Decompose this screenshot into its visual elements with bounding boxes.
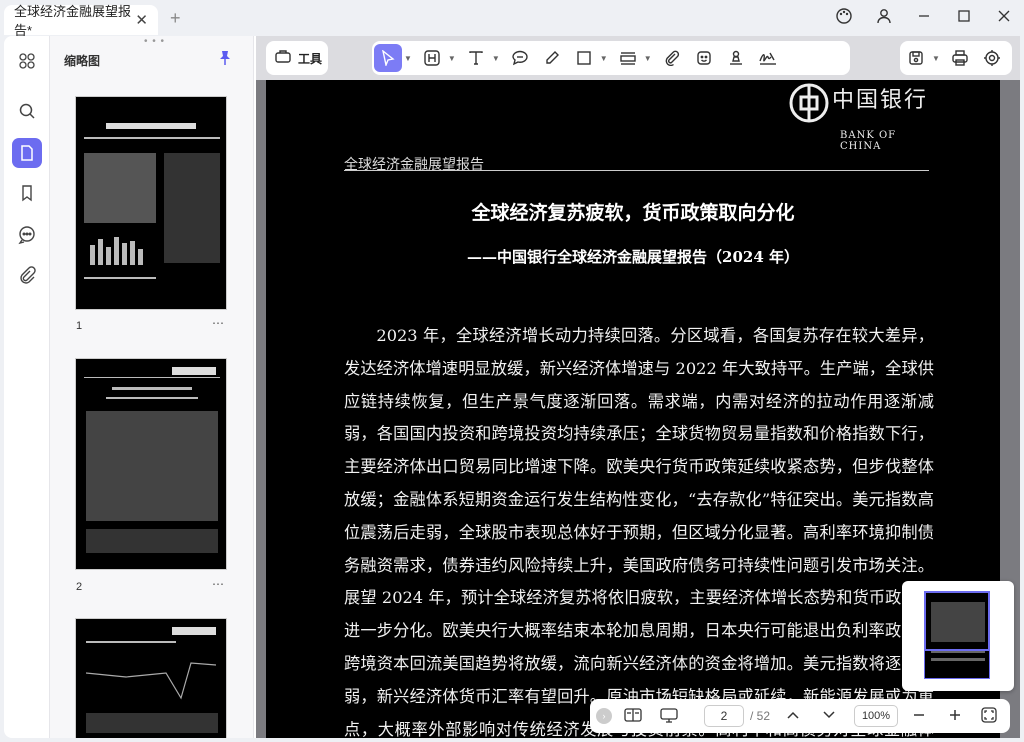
tools-label: 工具 bbox=[298, 51, 323, 66]
page-2-more-button[interactable]: ⋯ bbox=[212, 577, 224, 591]
signature-tool-button[interactable] bbox=[754, 44, 782, 72]
pdf-page: 中国银行 BANK OF CHINA 全球经济金融展望报告 全球经济复苏疲软，货… bbox=[266, 80, 1000, 738]
ai-assistant-button[interactable] bbox=[978, 44, 1006, 72]
total-pages: / 52 bbox=[750, 709, 771, 723]
next-page-icon[interactable] bbox=[822, 709, 836, 723]
new-tab-button[interactable]: + bbox=[170, 8, 181, 29]
collapse-bar-icon[interactable]: › bbox=[596, 708, 612, 724]
page-minimap[interactable] bbox=[902, 581, 1014, 691]
page-thumbnail-2[interactable] bbox=[75, 358, 227, 570]
save-button[interactable] bbox=[902, 44, 930, 72]
toolbox-icon bbox=[274, 48, 292, 69]
fit-page-icon[interactable] bbox=[980, 706, 998, 727]
page-number-1: 1 bbox=[76, 320, 83, 332]
page-thumbnail-1[interactable] bbox=[75, 96, 227, 310]
body-paragraph[interactable]: 2023 年，全球经济增长动力持续回落。分区域看，各国复苏存在较大差异，发达经济… bbox=[344, 320, 934, 738]
previous-page-icon[interactable] bbox=[786, 709, 800, 723]
document-subtitle: ——中国银行全球经济金融展望报告（2024 年） bbox=[467, 248, 799, 266]
page-number-2: 2 bbox=[76, 581, 83, 593]
header-rule bbox=[344, 170, 929, 171]
select-tool-button[interactable] bbox=[374, 44, 402, 72]
chevron-down-icon[interactable]: ▼ bbox=[600, 54, 608, 63]
apps-grid-icon[interactable] bbox=[12, 46, 42, 76]
attach-tool-button[interactable] bbox=[658, 44, 686, 72]
sticker-tool-button[interactable] bbox=[690, 44, 718, 72]
app-window: • • • 缩略图 1 ⋯ 2 ⋯ 工具 ▼ ▼ ▼ ▼ ▼ ▼ 中国银行 BA… bbox=[4, 36, 1020, 738]
zoom-in-icon[interactable] bbox=[948, 708, 962, 725]
comment-tool-button[interactable] bbox=[506, 44, 534, 72]
tools-menu-button[interactable]: 工具 bbox=[266, 41, 328, 75]
panel-grip[interactable]: • • • bbox=[144, 36, 165, 47]
annotation-tools: ▼ ▼ ▼ ▼ ▼ bbox=[372, 41, 850, 75]
reading-mode-icon[interactable] bbox=[624, 707, 642, 726]
close-tab-icon[interactable]: ✕ bbox=[135, 11, 148, 29]
page-thumbnail-3[interactable] bbox=[75, 618, 227, 738]
bank-logo: 中国银行 BANK OF CHINA bbox=[784, 80, 934, 166]
print-button[interactable] bbox=[946, 44, 974, 72]
pin-icon[interactable] bbox=[218, 50, 232, 69]
document-viewer: 工具 ▼ ▼ ▼ ▼ ▼ ▼ 中国银行 BANK OF CHINA 全球经济金融… bbox=[256, 36, 1020, 738]
theme-palette-icon[interactable] bbox=[824, 7, 864, 29]
zoom-out-icon[interactable] bbox=[912, 708, 926, 725]
stamp-tool-button[interactable] bbox=[722, 44, 750, 72]
left-rail bbox=[4, 36, 50, 738]
shape-tool-button[interactable] bbox=[570, 44, 598, 72]
pencil-tool-button[interactable] bbox=[538, 44, 566, 72]
measure-tool-button[interactable] bbox=[614, 44, 642, 72]
tab-title: 全球经济金融展望报告* bbox=[14, 4, 132, 38]
comments-icon[interactable] bbox=[12, 220, 42, 250]
thumbnail-line-chart bbox=[86, 662, 216, 700]
logo-chinese-name: 中国银行 bbox=[832, 88, 929, 113]
chevron-down-icon[interactable]: ▼ bbox=[404, 54, 412, 63]
search-icon[interactable] bbox=[12, 96, 42, 126]
highlight-tool-button[interactable] bbox=[418, 44, 446, 72]
bookmark-icon[interactable] bbox=[12, 178, 42, 208]
account-icon[interactable] bbox=[864, 7, 904, 29]
minimap-viewport[interactable] bbox=[924, 591, 990, 651]
chevron-down-icon[interactable]: ▼ bbox=[448, 54, 456, 63]
window-controls bbox=[824, 0, 1024, 36]
presentation-icon[interactable] bbox=[660, 707, 678, 726]
chevron-down-icon[interactable]: ▼ bbox=[932, 54, 940, 63]
close-window-icon[interactable] bbox=[984, 9, 1024, 27]
main-toolbar: 工具 ▼ ▼ ▼ ▼ ▼ ▼ bbox=[256, 36, 1020, 80]
chevron-down-icon[interactable]: ▼ bbox=[644, 54, 652, 63]
minimize-icon[interactable] bbox=[904, 9, 944, 27]
file-actions: ▼ bbox=[900, 41, 1012, 75]
maximize-icon[interactable] bbox=[944, 9, 984, 27]
thumbnail-panel-title: 缩略图 bbox=[64, 54, 101, 68]
page-1-more-button[interactable]: ⋯ bbox=[212, 316, 224, 330]
thumbnail-panel: • • • 缩略图 1 ⋯ 2 ⋯ bbox=[50, 36, 254, 738]
boc-emblem-icon bbox=[789, 83, 829, 123]
chevron-down-icon[interactable]: ▼ bbox=[492, 54, 500, 63]
page-number-input[interactable]: 2 bbox=[704, 705, 744, 727]
document-title: 全球经济复苏疲软，货币政策取向分化 bbox=[471, 202, 795, 224]
title-bar: 全球经济金融展望报告* ✕ + bbox=[0, 0, 1024, 38]
zoom-level[interactable]: 100% bbox=[854, 705, 899, 727]
document-tab[interactable]: 全球经济金融展望报告* ✕ bbox=[4, 4, 158, 38]
navigation-bar: › 2 / 52 100% bbox=[590, 699, 1010, 733]
thumbnails-icon[interactable] bbox=[12, 138, 42, 168]
attachment-icon[interactable] bbox=[12, 260, 42, 290]
logo-english-name: BANK OF CHINA bbox=[840, 130, 897, 152]
running-header: 全球经济金融展望报告 bbox=[344, 157, 484, 173]
text-tool-button[interactable] bbox=[462, 44, 490, 72]
